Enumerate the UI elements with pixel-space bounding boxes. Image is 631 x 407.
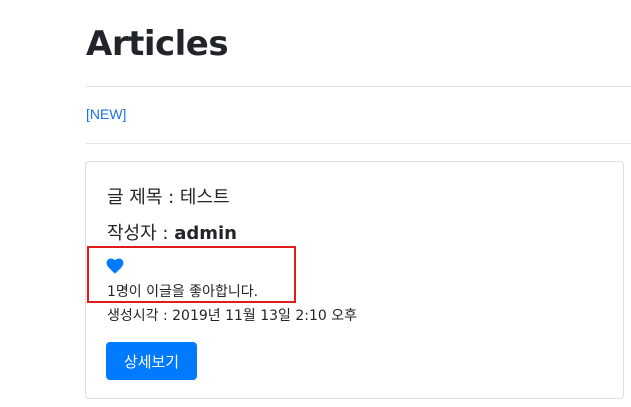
likes-count-text: 1명이 이글을 좋아합니다. [107, 284, 259, 300]
article-author-label: 작성자 : [107, 223, 175, 244]
nav-divider [86, 143, 631, 144]
article-title: 글 제목 : 테스트 [107, 183, 230, 209]
detail-button[interactable]: 상세보기 [106, 342, 197, 380]
header-divider [86, 86, 631, 87]
page: Articles [NEW] 글 제목 : 테스트 작성자 : admin 1명… [0, 0, 631, 407]
heart-icon[interactable] [106, 258, 124, 274]
article-author-value: admin [174, 223, 237, 244]
new-article-link[interactable]: [NEW] [86, 106, 126, 122]
article-title-value: 테스트 [179, 187, 230, 208]
page-title: Articles [86, 24, 229, 64]
article-author: 작성자 : admin [107, 219, 237, 245]
article-title-label: 글 제목 : [107, 187, 180, 208]
article-card: 글 제목 : 테스트 작성자 : admin 1명이 이글을 좋아합니다. 생성… [85, 161, 624, 399]
created-time-text: 생성시각 : 2019년 11월 13일 2:10 오후 [107, 308, 358, 324]
